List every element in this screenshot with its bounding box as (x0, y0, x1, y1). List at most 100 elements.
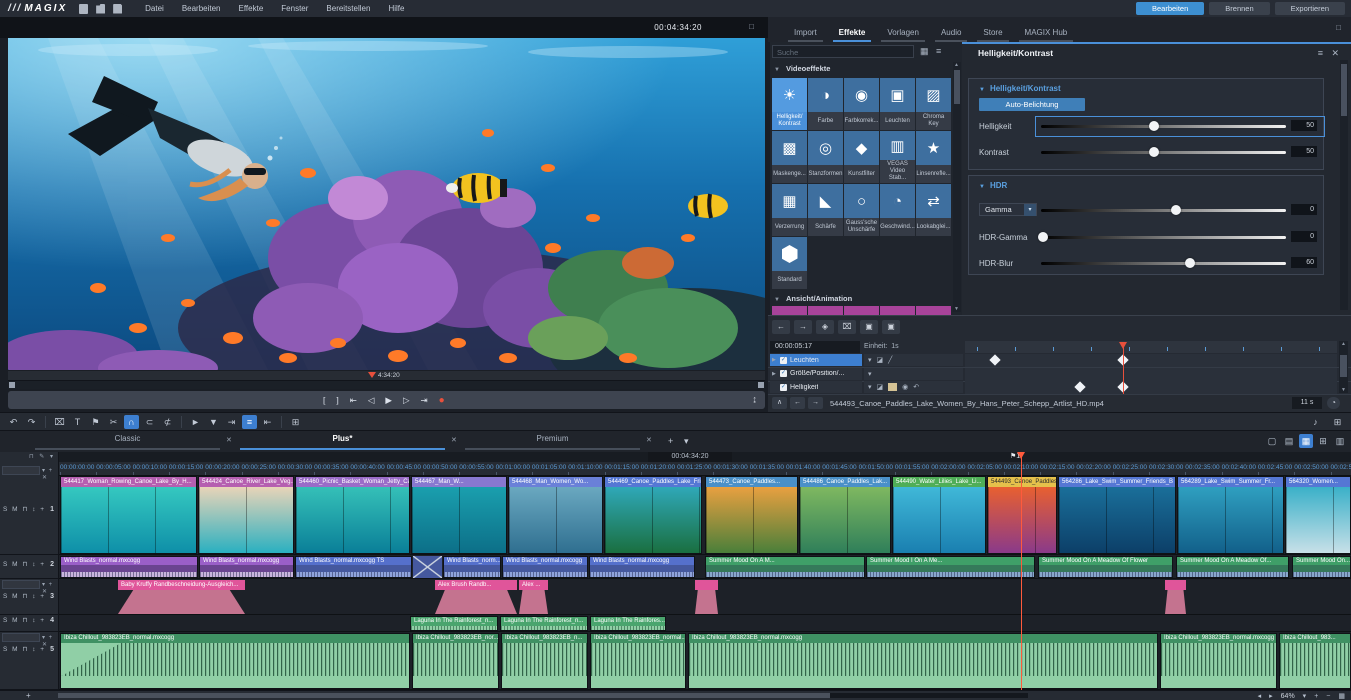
toolbar-icon-9[interactable]: ⊄ (160, 415, 175, 429)
kf-copy-icon[interactable]: ▣ (860, 320, 878, 334)
menu-bereitstellen[interactable]: Bereitstellen (317, 4, 379, 13)
scroll-handle-right[interactable] (758, 382, 764, 388)
menu-fenster[interactable]: Fenster (272, 4, 317, 13)
keyframe-row-gr-e-position[interactable]: ▶✓Größe/Position/...▾ (768, 368, 1351, 382)
toolbar-icon-14[interactable]: ≡ (242, 415, 257, 429)
tab-import[interactable]: Import (784, 17, 827, 42)
effect-lookabglei[interactable]: ⇄Lookabglei... (916, 184, 951, 236)
track-buttons[interactable]: S M ⊓ ↕ + (3, 645, 46, 653)
control-icon[interactable]: ◉ (902, 383, 908, 391)
music-clip[interactable]: Ibiza Chillout_983823EB_normal.mxcogg (1160, 633, 1277, 689)
jump-start-icon[interactable]: ⇤ (350, 395, 357, 406)
view-toggle-4[interactable]: ▥ (1333, 434, 1347, 448)
view-toggle-1[interactable]: ▤ (1282, 434, 1296, 448)
slider-handle[interactable] (1149, 121, 1159, 131)
effect-sch-rfe[interactable]: ◣Schärfe (808, 184, 843, 236)
audio-level-icon[interactable]: ↨ (753, 394, 758, 404)
prev-object-button[interactable]: ← (790, 397, 805, 409)
auto-belichtung-button[interactable]: Auto-Belichtung (979, 98, 1085, 111)
slider-value[interactable]: 50 (1291, 120, 1317, 131)
video-clip[interactable]: 564289_Lake_Swim_Summer_Fr... (1177, 476, 1284, 554)
project-tab-plus[interactable]: Plus* (240, 434, 445, 451)
search-input[interactable]: Suche (772, 45, 914, 58)
slider-value[interactable]: 0 (1291, 231, 1317, 242)
close-tab-icon[interactable]: ✕ (451, 436, 457, 444)
video-clip[interactable]: 564286_Lake_Swim_Summer_Friends_B (1058, 476, 1176, 554)
keyframe-diamond[interactable] (1074, 381, 1085, 392)
new-project-icon[interactable] (79, 4, 88, 14)
slider-handle[interactable] (1171, 205, 1181, 215)
effect-farbe[interactable]: ◑Farbe (808, 78, 843, 130)
control-icon[interactable]: ▾ (868, 383, 872, 391)
view-toggle-3[interactable]: ⊞ (1316, 434, 1330, 448)
zoom-level[interactable]: 64% (1281, 693, 1295, 700)
view-toggle-2[interactable]: ▦ (1299, 434, 1313, 448)
animation-effect-0[interactable]: ↕ (772, 306, 807, 315)
row-checkbox[interactable]: ✓ (780, 370, 787, 377)
effect-farbkorrek[interactable]: ◉Farbkorrek... (844, 78, 879, 130)
toolbar-icon-12[interactable]: ▼ (206, 415, 221, 429)
music-clip[interactable]: Ibiza Chillout_983823EB_normal.mxcogg (688, 633, 1158, 689)
control-icon[interactable]: ╱ (888, 356, 892, 364)
title-clip[interactable]: Alex ... (519, 580, 548, 614)
control-icon[interactable]: ◪ (877, 356, 884, 364)
keyframe-diamond[interactable] (989, 354, 1000, 365)
animation-effect-4[interactable]: ↗ (916, 306, 951, 315)
effect-linsenrefle[interactable]: ★Linsenrefle... (916, 131, 951, 183)
kf-prev-icon[interactable]: ← (772, 320, 790, 334)
scroll-handle-left[interactable] (9, 382, 15, 388)
effect-stanzformen[interactable]: ◎Stanzformen (808, 131, 843, 183)
audio-clip[interactable]: Summer Mood On A Meadow Of Flower (1038, 556, 1173, 578)
kf-delete-icon[interactable]: ⌧ (838, 320, 856, 334)
preview-ruler[interactable]: 4:34:20 (8, 371, 765, 381)
section-header[interactable]: ▼HDR (979, 181, 1007, 190)
zoom-control-icon[interactable]: ▦ (1338, 692, 1345, 700)
track-name-field[interactable] (2, 633, 40, 642)
timeline-ruler[interactable]: 00:00:00:0000:00:05:0000:00:10:0000:00:1… (58, 462, 1351, 476)
video-clip[interactable]: 544493_Canoe_Paddles_... (987, 476, 1057, 554)
clock-icon[interactable]: ◔ (1327, 397, 1340, 409)
close-tab-icon[interactable]: ✕ (226, 436, 232, 444)
project-tab-premium[interactable]: Premium (465, 434, 640, 451)
effect-geschwind[interactable]: ◔Geschwind... (880, 184, 915, 236)
video-clip[interactable]: 544460_Picnic_Basket_Woman_Jetty_Car (295, 476, 410, 554)
toolbar-icon-15[interactable]: ⇤ (260, 415, 275, 429)
slider-handle[interactable] (1185, 258, 1195, 268)
add-track-button[interactable]: + (26, 691, 31, 700)
video-clip[interactable]: 544467_Man_W... (411, 476, 507, 554)
collapse-button[interactable]: ∧ (772, 397, 787, 409)
animation-effect-1[interactable]: ⊢ (808, 306, 843, 315)
play-button[interactable]: ▶ (385, 395, 392, 406)
preview-scrollbar[interactable] (8, 381, 765, 389)
music-clip[interactable]: Ibiza Chillout_983823EB_n... (501, 633, 588, 689)
track-buttons[interactable]: S M ⊓ ↕ + (3, 592, 46, 600)
menu-bearbeiten[interactable]: Bearbeiten (173, 4, 230, 13)
track-header-icons[interactable]: ⊓ ✎ ▾ (29, 453, 55, 460)
mode-button-bearbeiten[interactable]: Bearbeiten (1136, 2, 1204, 15)
animation-effect-2[interactable]: ▶ (844, 306, 879, 315)
keyframe-scrollbar[interactable]: ▲▼ (1339, 341, 1348, 393)
title-clip[interactable] (1165, 580, 1186, 614)
keyframe-lane[interactable] (965, 381, 1337, 394)
tab-vorlagen[interactable]: Vorlagen (877, 17, 929, 42)
toolbar-icon-3[interactable]: ⌧ (52, 415, 67, 429)
audio-clip[interactable]: Wind Blasts_normal.mxcogg (199, 556, 294, 578)
slider-track[interactable] (1041, 151, 1286, 154)
toolbar-icon-13[interactable]: ⇥ (224, 415, 239, 429)
tab-audio[interactable]: Audio (931, 17, 971, 42)
slider-track[interactable] (1041, 262, 1286, 265)
ambience-clip[interactable]: Laguna In The Rainforest_n... (500, 616, 588, 631)
grid-icon[interactable]: ⊞ (1330, 415, 1345, 429)
track-name-field[interactable] (2, 580, 40, 589)
zoom-control-icon[interactable]: ▾ (1303, 692, 1307, 700)
speaker-icon[interactable]: ♪ (1308, 415, 1323, 429)
effect-kunstfilter[interactable]: ◆Kunstfilter (844, 131, 879, 183)
slider-value[interactable]: 0 (1291, 204, 1317, 215)
close-tab-icon[interactable]: ✕ (646, 436, 652, 444)
chevron-down-icon[interactable]: ▾ (1024, 204, 1036, 216)
effect-maskenge[interactable]: ▩Maskenge... (772, 131, 807, 183)
tab-effekte[interactable]: Effekte (829, 17, 876, 42)
timeline-playhead[interactable] (1021, 452, 1022, 690)
panel-close-icon[interactable]: ✕ (1331, 48, 1339, 59)
ambience-clip[interactable]: Laguna In The Rainforest_n... (410, 616, 498, 631)
